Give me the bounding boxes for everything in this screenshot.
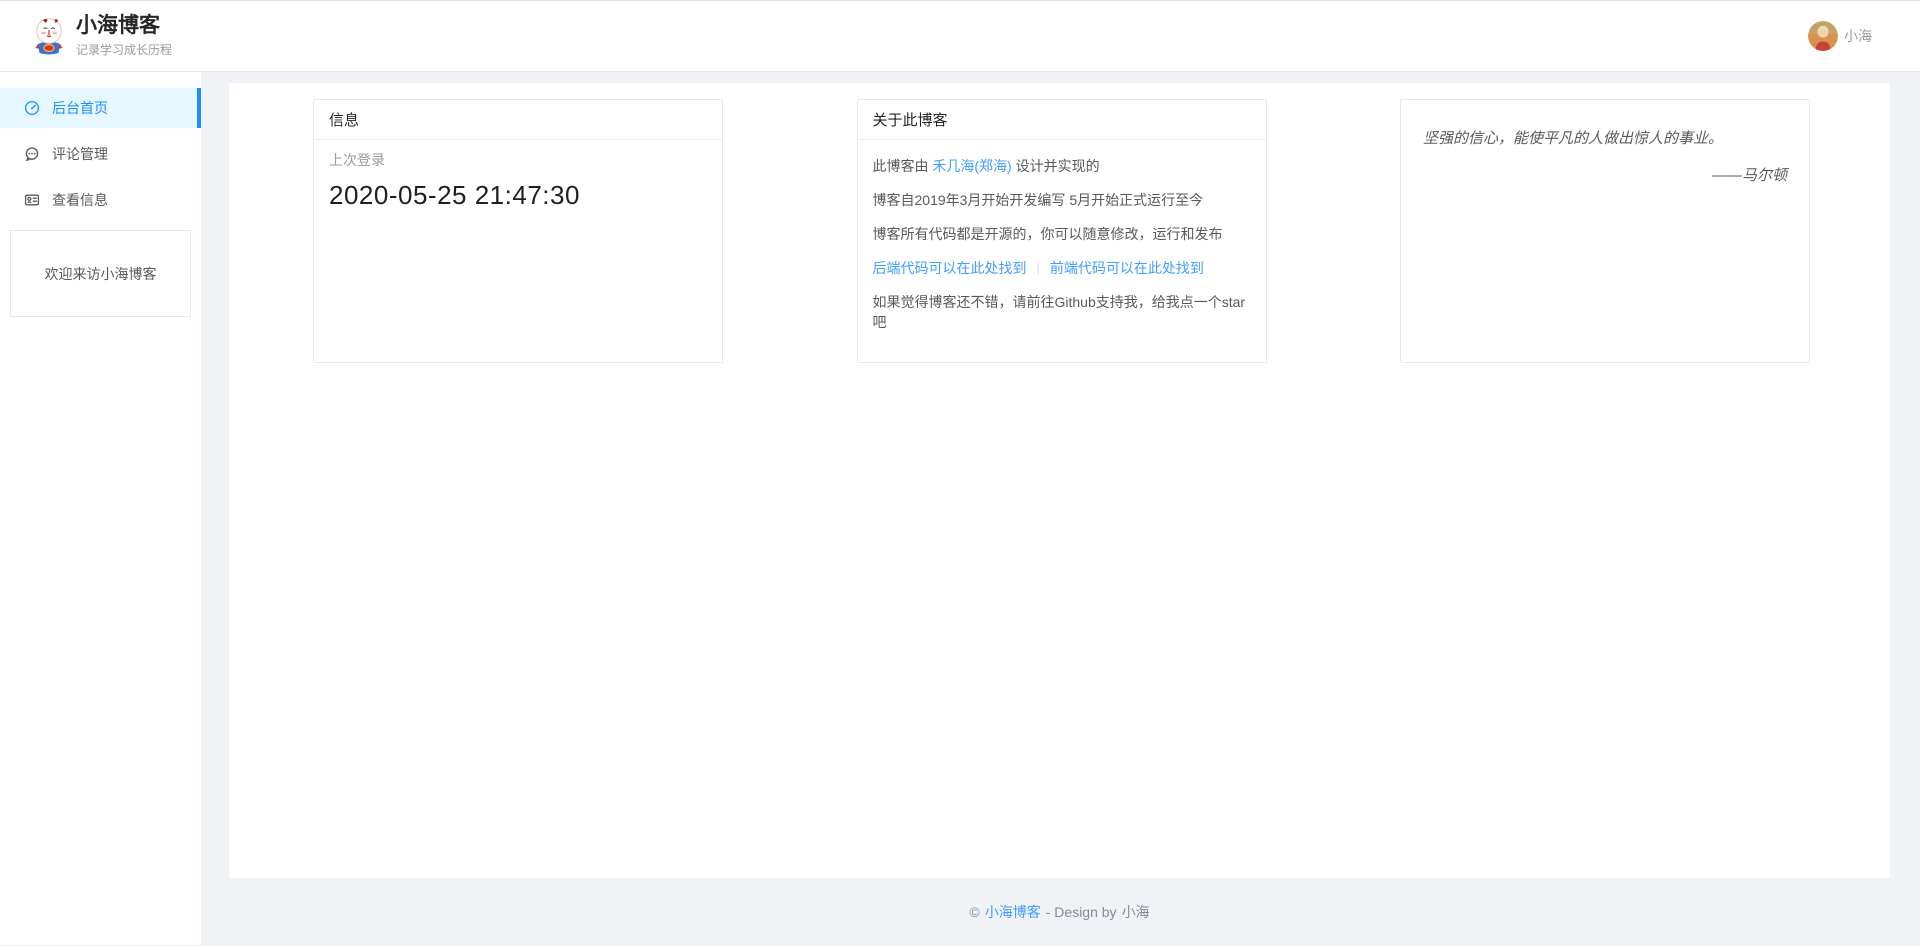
welcome-text: 欢迎来访小海博客 (45, 264, 157, 284)
about-card-header: 关于此博客 (858, 100, 1266, 140)
user-name: 小海 (1844, 26, 1872, 46)
about-line1-suffix: 设计并实现的 (1012, 158, 1100, 174)
welcome-box: 欢迎来访小海博客 (10, 230, 191, 317)
site-title: 小海博客 (76, 14, 172, 38)
sidebar-item-view-info[interactable]: 查看信息 (0, 180, 201, 220)
footer-design-by: - Design by (1046, 904, 1117, 920)
sidebar-item-dashboard[interactable]: 后台首页 (0, 88, 201, 128)
about-card-title: 关于此博客 (873, 109, 948, 130)
code-links-row: 后端代码可以在此处找到 | 前端代码可以在此处找到 (873, 258, 1251, 278)
footer-author: 小海 (1122, 902, 1150, 922)
main-layout: 后台首页 评论管理 (0, 72, 1920, 945)
main-area: 信息 上次登录 2020-05-25 21:47:30 关于此博客 此博客由 禾… (201, 72, 1920, 945)
app-header: 小海博客 记录学习成长历程 小海 (0, 0, 1920, 72)
content-panel: 信息 上次登录 2020-05-25 21:47:30 关于此博客 此博客由 禾… (229, 83, 1890, 878)
author-link[interactable]: 禾几海(郑海) (932, 158, 1011, 174)
sidebar: 后台首页 评论管理 (0, 72, 201, 945)
about-card-body: 此博客由 禾几海(郑海) 设计并实现的 博客自2019年3月开始开发编写 5月开… (858, 140, 1266, 356)
info-card-header: 信息 (314, 100, 722, 140)
about-card: 关于此博客 此博客由 禾几海(郑海) 设计并实现的 博客自2019年3月开始开发… (857, 99, 1267, 363)
odometer-icon (24, 100, 40, 116)
brand-home-link[interactable]: 小海博客 记录学习成长历程 (32, 14, 172, 58)
sidebar-item-label: 后台首页 (52, 98, 108, 118)
sidebar-item-label: 评论管理 (52, 144, 108, 164)
about-line-1: 此博客由 禾几海(郑海) 设计并实现的 (873, 156, 1251, 176)
user-menu[interactable]: 小海 (1808, 21, 1872, 51)
footer-copyright: © (969, 904, 979, 920)
info-card-body: 上次登录 2020-05-25 21:47:30 (314, 140, 722, 222)
sidebar-item-comments[interactable]: 评论管理 (0, 134, 201, 174)
sidebar-item-label: 查看信息 (52, 190, 108, 210)
user-avatar (1808, 21, 1838, 51)
backend-code-link[interactable]: 后端代码可以在此处找到 (873, 258, 1027, 278)
blog-logo-icon (32, 17, 66, 55)
info-card-title: 信息 (329, 109, 359, 130)
info-card: 信息 上次登录 2020-05-25 21:47:30 (313, 99, 723, 363)
quote-text: 坚强的信心，能使平凡的人做出惊人的事业。 (1423, 128, 1787, 150)
site-subtitle: 记录学习成长历程 (76, 41, 172, 58)
quote-card: 坚强的信心，能使平凡的人做出惊人的事业。 ——马尔顿 (1400, 99, 1810, 363)
links-divider: | (1037, 258, 1040, 278)
about-line1-prefix: 此博客由 (873, 158, 933, 174)
last-login-label: 上次登录 (329, 150, 707, 170)
page-footer: © 小海博客 - Design by 小海 (229, 878, 1890, 945)
about-line-2: 博客自2019年3月开始开发编写 5月开始正式运行至今 (873, 190, 1251, 210)
idcard-icon (24, 192, 40, 208)
frontend-code-link[interactable]: 前端代码可以在此处找到 (1050, 258, 1204, 278)
about-line-3: 博客所有代码都是开源的，你可以随意修改，运行和发布 (873, 224, 1251, 244)
chat-dots-icon (24, 146, 40, 162)
last-login-datetime: 2020-05-25 21:47:30 (329, 178, 707, 212)
about-line-5: 如果觉得博客还不错，请前往Github支持我，给我点一个star吧 (873, 292, 1251, 332)
quote-author: ——马尔顿 (1423, 164, 1787, 185)
footer-site-link[interactable]: 小海博客 (985, 902, 1041, 922)
